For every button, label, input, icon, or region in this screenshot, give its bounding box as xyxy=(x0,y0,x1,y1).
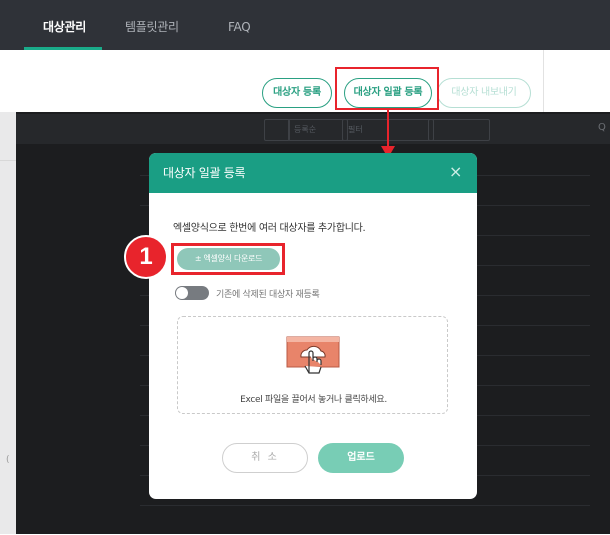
overlay-row-line xyxy=(140,505,590,506)
export-button[interactable]: 대상자 내보내기 xyxy=(437,78,531,108)
toggle-knob xyxy=(176,287,188,299)
overlay-sort-select: 등록순 xyxy=(288,119,348,141)
cancel-button[interactable]: 취 소 xyxy=(222,443,308,473)
modal-header: 대상자 일괄 등록 × xyxy=(149,153,477,193)
overlay-list-icon xyxy=(264,119,290,141)
register-button[interactable]: 대상자 등록 xyxy=(262,78,332,108)
overlay-search-box xyxy=(428,119,490,141)
step-number-badge: 1 xyxy=(124,235,168,279)
top-nav: 대상관리 템플릿관리 FAQ xyxy=(0,0,610,50)
arrow-down-icon xyxy=(387,110,389,148)
modal-title: 대상자 일괄 등록 xyxy=(163,166,246,180)
dropzone-text: Excel 파일을 끌어서 놓거나 클릭하세요. xyxy=(240,395,387,405)
modal-description: 엑셀양식으로 한번에 여러 대상자를 추가합니다. xyxy=(173,223,366,234)
overlay-search-icon: Q xyxy=(598,122,606,133)
tab-template-management[interactable]: 템플릿관리 xyxy=(125,0,179,50)
file-dropzone[interactable]: Excel 파일을 끌어서 놓거나 클릭하세요. xyxy=(177,316,448,414)
overlay-left-divider xyxy=(0,160,16,535)
tab-faq[interactable]: FAQ xyxy=(228,0,251,50)
upload-button[interactable]: 업로드 xyxy=(318,443,404,473)
highlight-box-bulk-register xyxy=(335,67,439,110)
toolbar-divider xyxy=(543,50,544,112)
tab-target-management[interactable]: 대상관리 xyxy=(43,0,86,50)
re-register-toggle-label: 기존에 삭제된 대상자 재등록 xyxy=(216,290,320,300)
re-register-toggle[interactable] xyxy=(175,286,209,300)
bulk-register-modal: 대상자 일괄 등록 × 엑셀양식으로 한번에 여러 대상자를 추가합니다. ± … xyxy=(149,153,477,499)
overlay-edge-mark: ( xyxy=(6,455,10,465)
close-icon[interactable]: × xyxy=(449,163,462,181)
upload-cloud-icon xyxy=(286,336,340,374)
highlight-box-download xyxy=(171,243,285,275)
